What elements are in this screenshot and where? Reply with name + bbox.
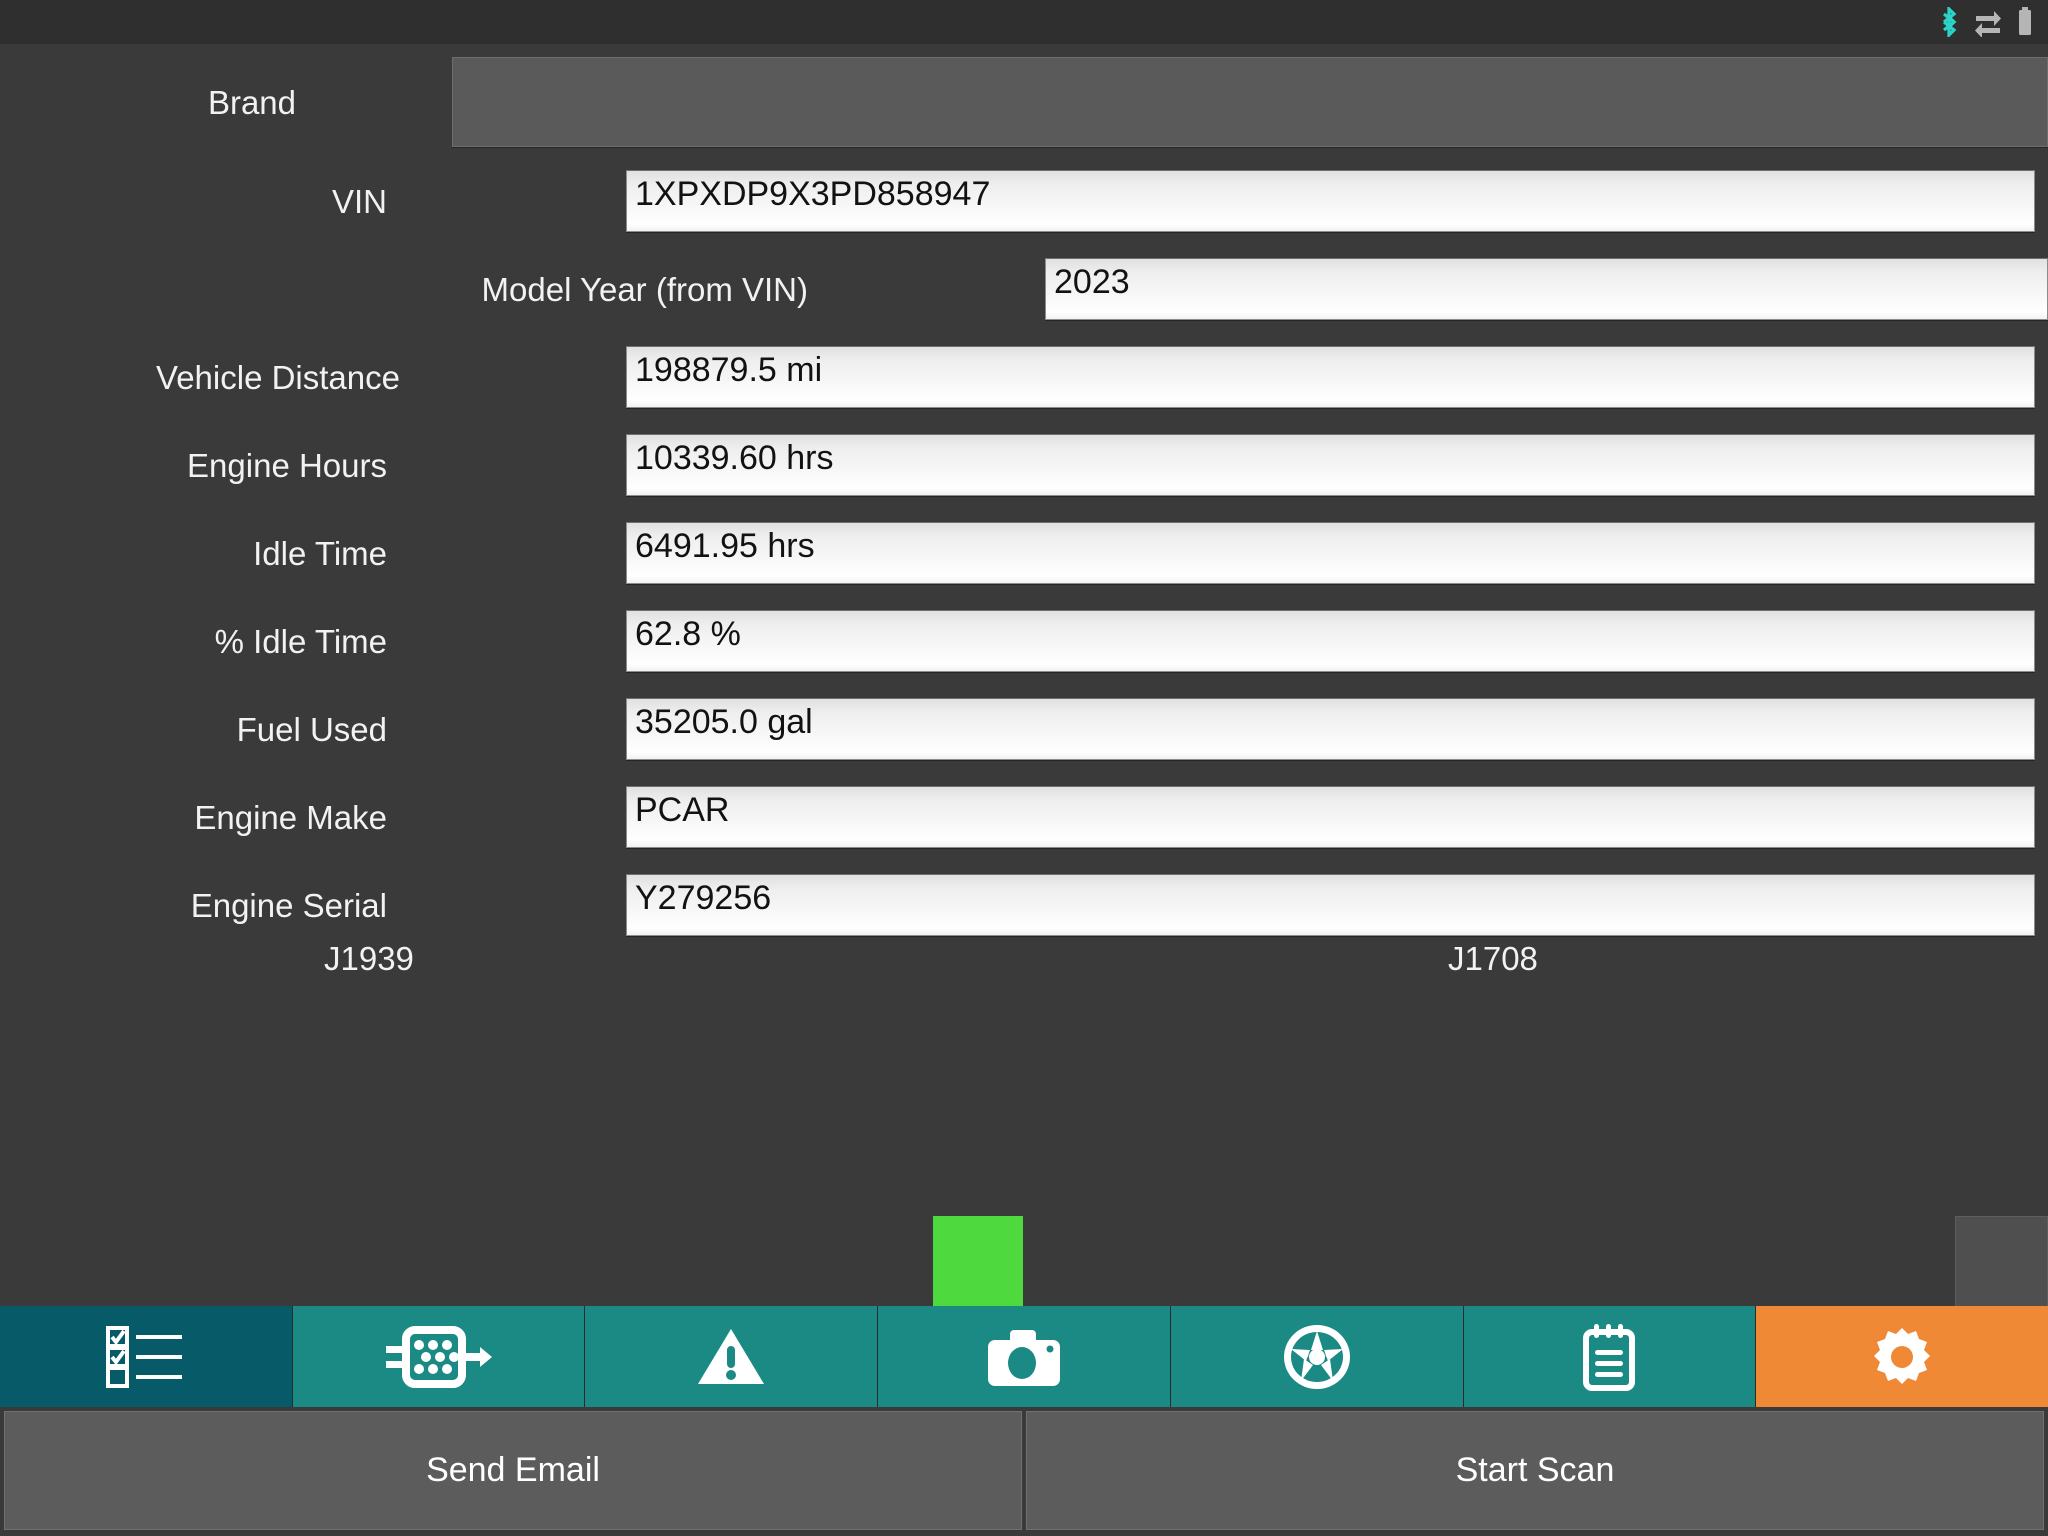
- battery-icon: [2016, 7, 2034, 37]
- vin-input[interactable]: 1XPXDP9X3PD858947: [626, 170, 2035, 232]
- percent-idle-time-input[interactable]: 62.8 %: [626, 610, 2035, 672]
- label-engine-make: Engine Make: [194, 798, 387, 836]
- label-brand: Brand: [207, 83, 296, 121]
- row-percent-idle-time: % Idle Time 62.8 %: [0, 597, 2048, 685]
- tab-checklist[interactable]: [0, 1306, 293, 1407]
- camera-icon: [986, 1326, 1062, 1388]
- label-idle-time: Idle Time: [253, 534, 387, 572]
- label-j1939: J1939: [324, 940, 414, 977]
- idle-time-input[interactable]: 6491.95 hrs: [626, 522, 2035, 584]
- brand-dropdown[interactable]: [452, 57, 2048, 147]
- label-vehicle-distance: Vehicle Distance: [156, 358, 400, 396]
- engine-make-input[interactable]: PCAR: [626, 786, 2035, 848]
- vehicle-distance-input[interactable]: 198879.5 mi: [626, 346, 2035, 408]
- tab-faults[interactable]: [585, 1306, 879, 1407]
- row-engine-hours: Engine Hours 10339.60 hrs: [0, 421, 2048, 509]
- start-scan-button[interactable]: Start Scan: [1026, 1411, 2044, 1530]
- gear-icon: [1871, 1326, 1933, 1388]
- connector-icon: [384, 1325, 494, 1388]
- tab-notes[interactable]: [1463, 1306, 1757, 1407]
- label-engine-serial: Engine Serial: [190, 886, 387, 924]
- row-vehicle-distance: Vehicle Distance 198879.5 mi: [0, 333, 2048, 421]
- vin-value: 1XPXDP9X3PD858947: [635, 175, 991, 213]
- label-fuel-used: Fuel Used: [236, 710, 387, 748]
- label-model-year: Model Year (from VIN): [481, 270, 808, 308]
- data-transfer-icon: [1974, 7, 2002, 37]
- row-engine-make: Engine Make PCAR: [0, 773, 2048, 861]
- row-vin: VIN 1XPXDP9X3PD858947: [0, 157, 2048, 245]
- model-year-value: 2023: [1054, 263, 1130, 301]
- wheel-icon: [1282, 1323, 1352, 1391]
- tab-wheel[interactable]: [1170, 1306, 1464, 1407]
- engine-hours-input[interactable]: 10339.60 hrs: [626, 434, 2035, 496]
- notepad-icon: [1580, 1323, 1638, 1391]
- percent-idle-time-value: 62.8 %: [635, 615, 741, 653]
- row-brand: Brand: [0, 36, 2048, 168]
- fuel-used-input[interactable]: 35205.0 gal: [626, 698, 2035, 760]
- vehicle-info-form: Brand VIN 1XPXDP9X3PD858947 Model Year (…: [0, 44, 2048, 1308]
- warning-icon: [696, 1326, 766, 1388]
- tab-settings[interactable]: [1756, 1306, 2048, 1407]
- send-email-label: Send Email: [426, 1451, 600, 1489]
- bottom-tab-bar: [0, 1306, 2048, 1407]
- start-scan-label: Start Scan: [1455, 1451, 1615, 1489]
- j1939-status-indicator: [933, 1216, 1023, 1308]
- fuel-used-value: 35205.0 gal: [635, 703, 813, 741]
- action-button-bar: Send Email Start Scan: [0, 1407, 2048, 1536]
- model-year-input[interactable]: 2023: [1045, 258, 2048, 320]
- label-vin: VIN: [331, 182, 387, 220]
- row-fuel-used: Fuel Used 35205.0 gal: [0, 685, 2048, 773]
- j1708-status-indicator: [1955, 1216, 2048, 1308]
- label-j1708: J1708: [1448, 940, 1538, 977]
- bluetooth-icon: [1938, 7, 1960, 37]
- row-model-year: Model Year (from VIN) 2023: [0, 245, 2048, 333]
- engine-make-value: PCAR: [635, 791, 730, 829]
- engine-serial-value: Y279256: [635, 879, 772, 917]
- idle-time-value: 6491.95 hrs: [635, 527, 815, 565]
- row-idle-time: Idle Time 6491.95 hrs: [0, 509, 2048, 597]
- checklist-icon: [105, 1325, 186, 1388]
- row-engine-serial: Engine Serial Y279256: [0, 861, 2048, 949]
- label-percent-idle-time: % Idle Time: [214, 622, 387, 660]
- engine-serial-input[interactable]: Y279256: [626, 874, 2035, 936]
- engine-hours-value: 10339.60 hrs: [635, 439, 834, 477]
- tab-camera[interactable]: [878, 1306, 1171, 1407]
- label-engine-hours: Engine Hours: [187, 446, 387, 484]
- tab-connector[interactable]: [292, 1306, 586, 1407]
- vehicle-distance-value: 198879.5 mi: [635, 351, 823, 389]
- send-email-button[interactable]: Send Email: [4, 1411, 1022, 1530]
